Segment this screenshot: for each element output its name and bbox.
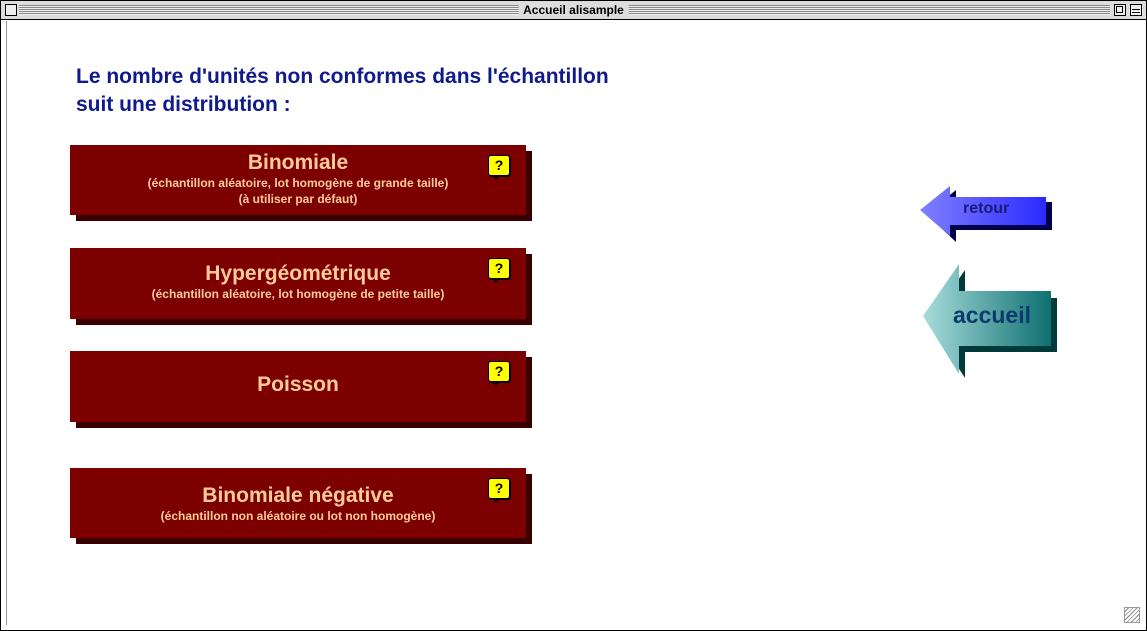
window-title: Accueil alisample [518,3,629,17]
binomiale-detail-1: (échantillon aléatoire, lot homogène de … [147,176,449,190]
help-bubble-icon[interactable]: ? [488,258,510,283]
binomiale-detail-2: (à utiliser par défaut) [238,192,358,206]
poisson-button[interactable]: Poisson ? [70,351,526,422]
binomiale-negative-label: Binomiale négative [202,484,394,507]
retour-button[interactable]: retour [919,184,1053,242]
accueil-button[interactable]: accueil [922,262,1058,379]
zoom-box-icon[interactable] [1114,4,1126,16]
accueil-label: accueil [953,302,1031,328]
hypergeometrique-button[interactable]: Hypergéométrique (échantillon aléatoire,… [70,248,526,319]
app-window: Accueil alisample Le nombre d'unités non… [0,0,1147,631]
hypergeometrique-label: Hypergéométrique [205,262,391,285]
collapse-box-icon[interactable] [1130,4,1142,16]
binomiale-negative-button[interactable]: Binomiale négative (échantillon non aléa… [70,468,526,538]
heading-line-2: suit une distribution : [76,93,291,116]
hypergeometrique-detail: (échantillon aléatoire, lot homogène de … [151,287,445,301]
help-bubble-icon[interactable]: ? [488,361,510,386]
retour-label: retour [963,200,1010,217]
binomiale-label: Binomiale [247,151,349,174]
binomiale-negative-detail: (échantillon non aléatoire ou lot non ho… [160,509,436,523]
close-box-icon[interactable] [5,4,17,16]
heading-line-1: Le nombre d'unités non conformes dans l'… [76,65,609,88]
title-bar[interactable]: Accueil alisample [1,1,1146,20]
help-bubble-icon[interactable]: ? [488,478,510,503]
resize-grip-icon[interactable] [1124,607,1140,623]
binomiale-button[interactable]: Binomiale (échantillon aléatoire, lot ho… [70,145,526,215]
help-bubble-icon[interactable]: ? [488,155,510,180]
poisson-label: Poisson [257,373,339,396]
page-heading: Le nombre d'unités non conformes dans l'… [76,63,609,119]
